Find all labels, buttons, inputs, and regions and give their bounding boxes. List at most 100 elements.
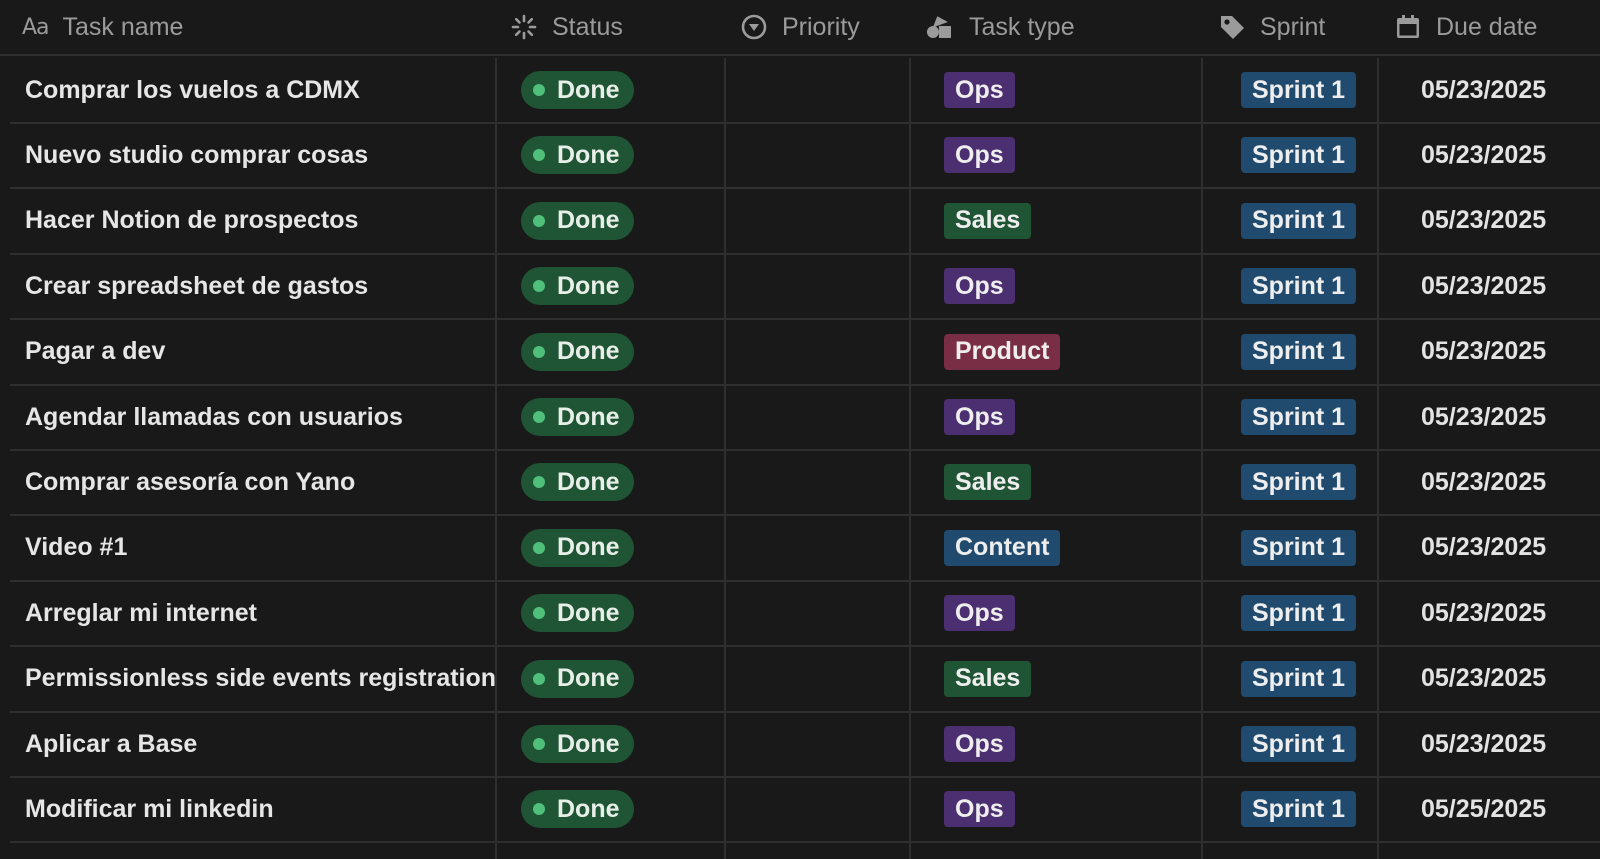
- status-badge[interactable]: Done: [521, 725, 634, 763]
- column-header-task-name[interactable]: Aa Task name: [22, 0, 183, 54]
- task-name[interactable]: Agendar llamadas con usuarios: [25, 403, 403, 432]
- table-row[interactable]: Video #1 Done Content Sprint 1 05/23/2025: [0, 516, 1600, 582]
- task-type-tag[interactable]: Ops: [944, 791, 1015, 828]
- task-type-cell[interactable]: Ops: [944, 777, 1224, 841]
- status-cell[interactable]: Done: [521, 581, 721, 645]
- sprint-tag[interactable]: Sprint 1: [1241, 268, 1357, 305]
- sprint-tag[interactable]: Sprint 1: [1241, 399, 1357, 435]
- sprint-cell[interactable]: Sprint 1: [1241, 320, 1391, 384]
- sprint-tag[interactable]: Sprint 1: [1241, 202, 1357, 239]
- task-name-cell[interactable]: Comprar asesoría con Yano: [25, 450, 495, 514]
- priority-cell[interactable]: [740, 58, 920, 122]
- priority-cell[interactable]: [740, 581, 920, 645]
- task-name-cell[interactable]: Hacer Notion de prospectos: [25, 189, 495, 253]
- task-type-tag[interactable]: Product: [944, 333, 1061, 370]
- task-name[interactable]: Aplicar a Base: [25, 730, 197, 759]
- table-row[interactable]: Agendar llamadas con usuarios Done Ops Spri…: [0, 385, 1600, 451]
- table-row[interactable]: Comprar asesoría con Yano Done Sales Sprint…: [0, 450, 1600, 517]
- due-date-cell[interactable]: 05/23/2025: [1421, 58, 1600, 122]
- sprint-tag[interactable]: Sprint 1: [1241, 595, 1357, 632]
- sprint-cell[interactable]: Sprint 1: [1241, 647, 1391, 711]
- task-type-cell[interactable]: Product: [944, 320, 1224, 384]
- due-date-cell[interactable]: 05/23/2025: [1421, 450, 1600, 514]
- sprint-tag[interactable]: Sprint 1: [1241, 333, 1357, 370]
- priority-cell[interactable]: [740, 777, 920, 841]
- sprint-cell[interactable]: Sprint 1: [1241, 581, 1391, 645]
- task-type-cell[interactable]: Ops: [944, 385, 1224, 449]
- due-date-cell[interactable]: 05/23/2025: [1421, 385, 1600, 449]
- task-name-cell[interactable]: Crear spreadsheet de gastos: [25, 254, 495, 318]
- task-name[interactable]: Arreglar mi internet: [25, 599, 257, 628]
- task-name[interactable]: Pagar a dev: [25, 337, 165, 366]
- sprint-tag[interactable]: Sprint 1: [1241, 529, 1357, 566]
- task-name-cell[interactable]: Modificar mi linkedin: [25, 777, 495, 841]
- sprint-tag[interactable]: Sprint 1: [1241, 660, 1357, 697]
- due-date-cell[interactable]: 05/23/2025: [1421, 123, 1600, 187]
- task-type-tag[interactable]: Sales: [944, 660, 1032, 697]
- column-header-status[interactable]: Status: [510, 0, 623, 54]
- due-date-cell[interactable]: 05/23/2025: [1421, 189, 1600, 253]
- priority-cell[interactable]: [740, 254, 920, 318]
- status-cell[interactable]: Done: [521, 123, 721, 187]
- task-type-tag[interactable]: Sales: [944, 202, 1032, 239]
- column-header-task-type[interactable]: Task type: [925, 0, 1075, 54]
- status-badge[interactable]: Done: [521, 528, 634, 567]
- sprint-cell[interactable]: Sprint 1: [1241, 123, 1391, 187]
- priority-cell[interactable]: [740, 712, 920, 776]
- status-cell[interactable]: Done: [521, 189, 721, 253]
- due-date-cell[interactable]: 05/23/2025: [1421, 647, 1600, 711]
- task-name[interactable]: Nuevo studio comprar cosas: [25, 141, 368, 170]
- status-badge[interactable]: Done: [521, 659, 634, 698]
- priority-cell[interactable]: [740, 385, 920, 449]
- sprint-cell[interactable]: Sprint 1: [1241, 189, 1391, 253]
- table-row[interactable]: Arreglar mi internet Done Ops Sprint 1 05/23…: [0, 581, 1600, 648]
- status-cell[interactable]: Done: [521, 450, 721, 514]
- status-badge[interactable]: Done: [521, 790, 634, 829]
- status-badge[interactable]: Done: [521, 332, 634, 371]
- status-cell[interactable]: Done: [521, 777, 721, 841]
- task-type-tag[interactable]: Ops: [944, 268, 1015, 305]
- column-header-priority[interactable]: Priority: [740, 0, 860, 54]
- task-name-cell[interactable]: Permissionless side events registration: [25, 647, 496, 711]
- task-name-cell[interactable]: Arreglar mi internet: [25, 581, 495, 645]
- due-date-cell[interactable]: 05/23/2025: [1421, 712, 1600, 776]
- status-cell[interactable]: Done: [521, 712, 721, 776]
- task-type-cell[interactable]: Sales: [944, 647, 1224, 711]
- table-row[interactable]: Modificar mi linkedin Done Ops Sprint 1 05/2…: [0, 777, 1600, 844]
- due-date-cell[interactable]: 05/23/2025: [1421, 516, 1600, 580]
- task-name-cell[interactable]: Nuevo studio comprar cosas: [25, 123, 495, 187]
- priority-cell[interactable]: [740, 123, 920, 187]
- table-row[interactable]: Permissionless side events registration D…: [0, 647, 1600, 713]
- status-cell[interactable]: Done: [521, 320, 721, 384]
- due-date-cell[interactable]: 05/23/2025: [1421, 254, 1600, 318]
- priority-cell[interactable]: [740, 320, 920, 384]
- table-row[interactable]: Hacer Notion de prospectos Done Sales Sprin…: [0, 189, 1600, 255]
- task-name-cell[interactable]: Aplicar a Base: [25, 712, 495, 776]
- task-name-cell[interactable]: Video #1: [25, 516, 495, 580]
- task-type-cell[interactable]: Ops: [944, 123, 1224, 187]
- sprint-tag[interactable]: Sprint 1: [1241, 464, 1357, 501]
- task-type-tag[interactable]: Content: [944, 529, 1061, 566]
- table-row[interactable]: Crear spreadsheet de gastos Done Ops Sprint…: [0, 254, 1600, 321]
- task-name-cell[interactable]: Pagar a dev: [25, 320, 495, 384]
- due-date-cell[interactable]: 05/25/2025: [1421, 777, 1600, 841]
- task-type-cell[interactable]: Content: [944, 516, 1224, 580]
- task-name[interactable]: Permissionless side events registration: [25, 664, 496, 693]
- sprint-tag[interactable]: Sprint 1: [1241, 72, 1357, 108]
- sprint-cell[interactable]: Sprint 1: [1241, 777, 1391, 841]
- priority-cell[interactable]: [740, 516, 920, 580]
- status-badge[interactable]: Done: [521, 594, 634, 633]
- sprint-tag[interactable]: Sprint 1: [1241, 726, 1357, 762]
- column-header-sprint[interactable]: Sprint: [1218, 0, 1325, 54]
- sprint-cell[interactable]: Sprint 1: [1241, 254, 1391, 318]
- status-badge[interactable]: Done: [521, 398, 634, 436]
- table-row[interactable]: Pagar a dev Done Product Sprint 1 05/23/2025: [0, 320, 1600, 386]
- task-type-tag[interactable]: Sales: [944, 464, 1032, 501]
- task-name[interactable]: Comprar asesoría con Yano: [25, 468, 355, 497]
- status-badge[interactable]: Done: [521, 136, 634, 175]
- priority-cell[interactable]: [740, 189, 920, 253]
- status-cell[interactable]: Done: [521, 385, 721, 449]
- sprint-cell[interactable]: Sprint 1: [1241, 58, 1391, 122]
- task-type-tag[interactable]: Ops: [944, 726, 1015, 762]
- task-name-cell[interactable]: Comprar los vuelos a CDMX: [25, 58, 495, 122]
